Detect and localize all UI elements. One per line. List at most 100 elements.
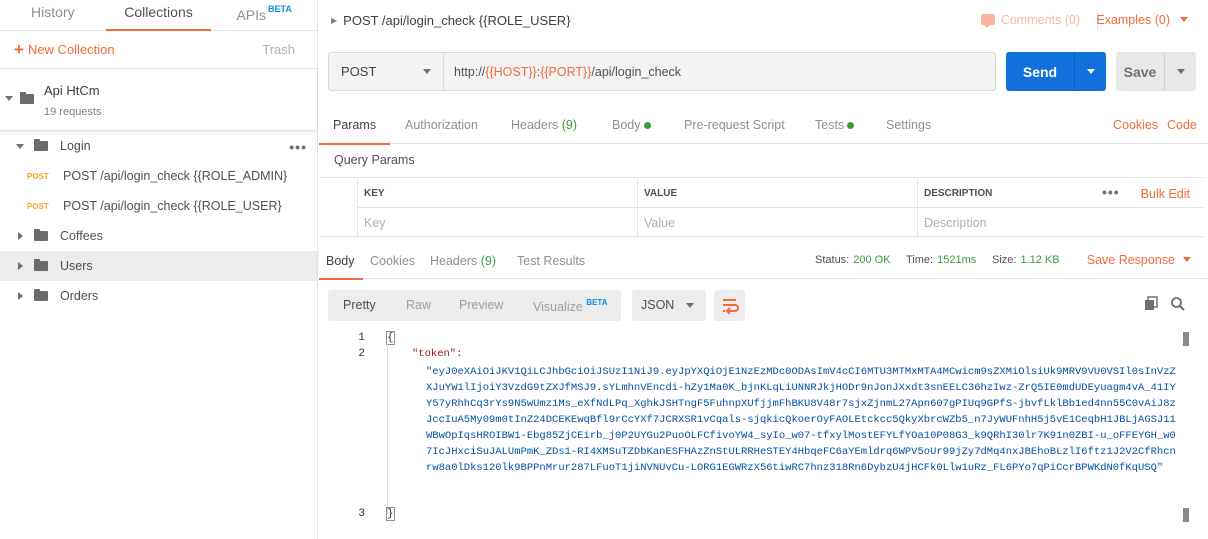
description-input[interactable]: Description xyxy=(918,208,1204,238)
tab-history[interactable]: History xyxy=(0,0,106,30)
send-button[interactable]: Send xyxy=(1006,52,1106,91)
folder-icon xyxy=(34,139,48,151)
trash-button[interactable]: Trash xyxy=(262,42,295,57)
save-response-button[interactable]: Save Response xyxy=(1087,253,1191,267)
method-select[interactable]: POST xyxy=(329,53,444,90)
response-tab-headers[interactable]: Headers (9) xyxy=(430,254,496,268)
chevron-down-icon xyxy=(423,69,431,74)
key-input[interactable]: Key xyxy=(358,208,637,238)
request-tabs: Params Authorization Headers (9) Body Pr… xyxy=(318,110,1208,145)
collection-name: Api HtCm xyxy=(44,83,100,98)
status-readout: Status: 200 OK xyxy=(815,254,891,266)
bulk-edit-link[interactable]: Bulk Edit xyxy=(1141,187,1190,201)
scroll-marker xyxy=(1183,508,1189,522)
chevron-down-icon[interactable] xyxy=(5,96,13,101)
headers-count: (9) xyxy=(561,118,578,132)
value-input[interactable]: Value xyxy=(638,208,917,238)
new-collection-button[interactable]: + New Collection xyxy=(14,40,115,60)
folder-users[interactable]: Users xyxy=(0,251,317,281)
search-icon[interactable] xyxy=(1170,296,1186,315)
request-item-admin[interactable]: POST POST /api/login_check {{ROLE_ADMIN} xyxy=(0,161,317,191)
folder-label: Login xyxy=(60,139,91,153)
wrap-lines-button[interactable] xyxy=(714,290,745,321)
comments-button[interactable]: Comments (0) xyxy=(980,13,1080,28)
view-visualize[interactable]: Visualize BETA xyxy=(533,298,607,314)
collection-header[interactable]: Api HtCm 19 requests xyxy=(0,69,317,131)
sidebar: History Collections APIs BETA + New Collec… xyxy=(0,0,318,539)
comments-label: Comments (0) xyxy=(1000,13,1080,27)
chevron-down-icon xyxy=(686,303,694,308)
folder-icon xyxy=(34,229,48,241)
json-close-brace: } xyxy=(386,507,395,521)
chevron-down-icon[interactable] xyxy=(16,143,24,149)
tab-body[interactable]: Body xyxy=(612,118,651,132)
response-tab-test-results[interactable]: Test Results xyxy=(517,254,585,268)
view-raw[interactable]: Raw xyxy=(406,298,431,312)
time-readout: Time: 1521ms xyxy=(906,254,976,266)
chevron-down-icon xyxy=(1183,257,1191,262)
status-dot-icon xyxy=(643,122,651,129)
chevron-down-icon xyxy=(1180,17,1188,22)
folder-login[interactable]: Login ••• xyxy=(0,131,317,161)
view-pretty[interactable]: Pretty xyxy=(343,298,376,312)
folder-coffees[interactable]: Coffees xyxy=(0,221,317,251)
response-body-editor[interactable]: 1 2 3 { "token": "eyJ0eXAiOiJKV1QiLCJhbG… xyxy=(319,330,1208,539)
tab-settings[interactable]: Settings xyxy=(886,118,931,132)
tab-params[interactable]: Params xyxy=(318,118,391,145)
more-options-icon[interactable]: ••• xyxy=(289,139,307,155)
save-button[interactable]: Save xyxy=(1116,52,1196,91)
tab-apis[interactable]: APIs BETA xyxy=(211,0,317,30)
url-input[interactable]: http://{{HOST}}: {{PORT}}/api/login_check xyxy=(444,53,995,90)
main-panel: ▶ POST /api/login_check {{ROLE_USER} Comm… xyxy=(318,0,1208,539)
folder-label: Coffees xyxy=(60,229,103,243)
folder-orders[interactable]: Orders xyxy=(0,281,317,311)
json-open-brace: { xyxy=(386,331,395,345)
send-dropdown[interactable] xyxy=(1074,52,1106,91)
tab-body-label: Body xyxy=(612,118,641,132)
query-params-title: Query Params xyxy=(334,153,415,167)
tab-authorization[interactable]: Authorization xyxy=(405,118,478,132)
time-label: Time: xyxy=(906,254,934,266)
status-value[interactable]: 200 OK xyxy=(853,254,890,266)
url-path: /api/login_check xyxy=(591,64,682,79)
line-number: 3 xyxy=(358,508,365,520)
tab-tests-label: Tests xyxy=(815,118,845,132)
response-tabs: Body Cookies Headers (9) Test Results St… xyxy=(319,245,1208,280)
cookies-link[interactable]: Cookies xyxy=(1113,118,1158,132)
request-item-user[interactable]: POST POST /api/login_check {{ROLE_USER} xyxy=(0,191,317,221)
view-preview[interactable]: Preview xyxy=(459,298,503,312)
method-label: POST xyxy=(341,64,377,79)
tab-tests[interactable]: Tests xyxy=(815,118,855,132)
line-number: 1 xyxy=(358,332,365,344)
save-dropdown[interactable] xyxy=(1164,52,1196,91)
format-select[interactable]: JSON xyxy=(632,290,706,321)
request-title-bar: ▶ POST /api/login_check {{ROLE_USER} Comm… xyxy=(319,0,1208,42)
time-value[interactable]: 1521ms xyxy=(937,254,976,266)
more-options-icon[interactable]: ••• xyxy=(1102,184,1120,200)
response-tab-cookies[interactable]: Cookies xyxy=(370,254,415,268)
chevron-right-icon[interactable] xyxy=(18,232,23,240)
response-tab-headers-label: Headers xyxy=(430,254,478,268)
save-label[interactable]: Save xyxy=(1116,52,1164,91)
plus-icon: + xyxy=(14,39,24,59)
examples-dropdown[interactable]: Examples (0) xyxy=(1096,13,1188,27)
copy-icon[interactable] xyxy=(1143,296,1159,315)
view-mode-toggle: Pretty Raw Preview Visualize BETA xyxy=(328,290,621,321)
tab-headers[interactable]: Headers (9) xyxy=(511,118,577,132)
size-value[interactable]: 1.12 KB xyxy=(1020,254,1059,266)
json-key: "token": xyxy=(412,348,463,360)
request-title[interactable]: ▶ POST /api/login_check {{ROLE_USER} xyxy=(331,13,571,28)
tab-collections[interactable]: Collections xyxy=(105,0,212,31)
url-prefix: http:// xyxy=(454,64,486,79)
response-tab-body[interactable]: Body xyxy=(319,254,362,280)
caret-right-icon[interactable]: ▶ xyxy=(331,16,337,25)
tab-prerequest-script[interactable]: Pre-request Script xyxy=(684,118,785,132)
chevron-right-icon[interactable] xyxy=(18,292,23,300)
chevron-right-icon[interactable] xyxy=(18,262,23,270)
comment-icon xyxy=(980,14,995,28)
chevron-down-icon xyxy=(1086,69,1095,74)
tab-apis-label: APIs xyxy=(236,7,267,23)
send-label[interactable]: Send xyxy=(1006,52,1074,91)
code-link[interactable]: Code xyxy=(1167,118,1197,132)
indent-guide xyxy=(387,344,388,514)
